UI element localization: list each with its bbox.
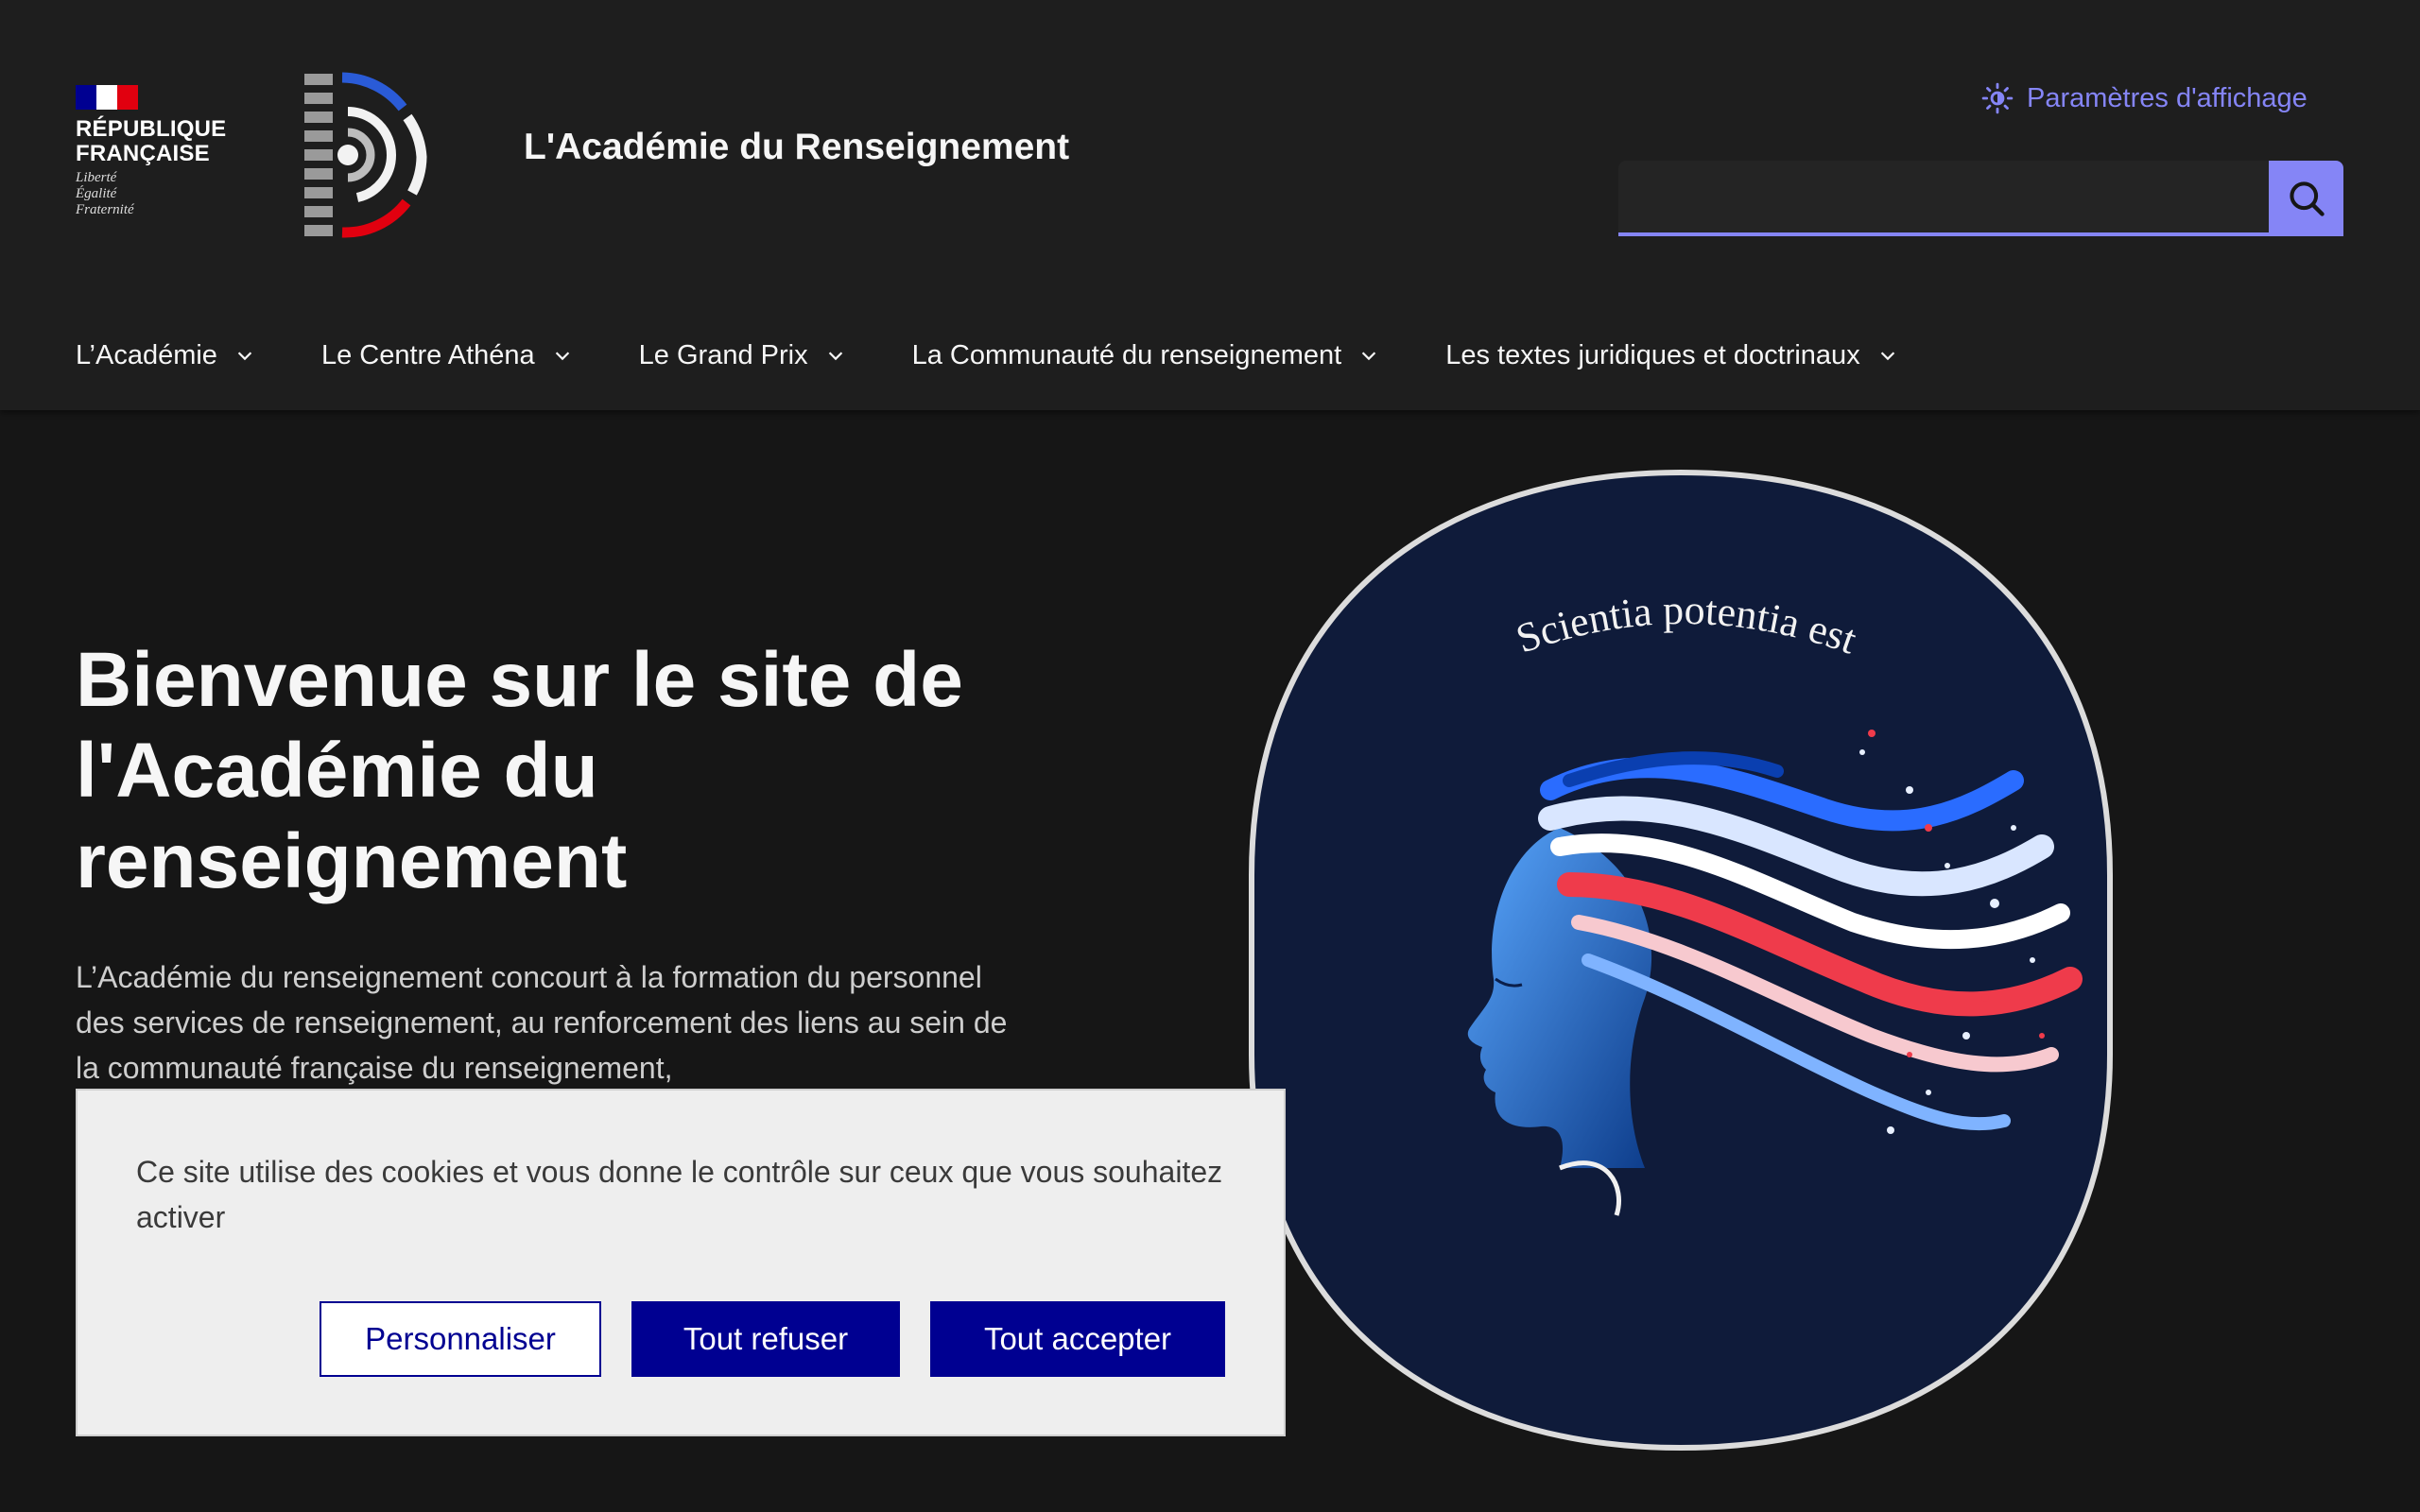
- hero-description: L’Académie du renseignement concourt à l…: [76, 960, 1008, 1085]
- hero-title: Bienvenue sur le site de l'Académie du r…: [76, 637, 963, 904]
- motto-egalite: Égalité: [76, 186, 117, 201]
- nav-item-communaute[interactable]: La Communauté du renseignement: [912, 340, 1380, 371]
- nav-item-label: Les textes juridiques et doctrinaux: [1445, 339, 1860, 370]
- republic-name-line2: Française: [76, 141, 210, 166]
- chevron-down-icon: [1362, 352, 1376, 361]
- motto-fraternite: Fraternité: [76, 202, 134, 217]
- nav-item-textes-juridiques[interactable]: Les textes juridiques et doctrinaux: [1445, 340, 1897, 371]
- nav-item-grand-prix[interactable]: Le Grand Prix: [639, 340, 846, 371]
- cookie-message: Ce site utilise des cookies et vous donn…: [136, 1155, 1223, 1234]
- republic-motto: Liberté Égalité Fraternité: [76, 170, 227, 218]
- cookie-actions: Personnaliser Tout refuser Tout accepter: [320, 1301, 1225, 1377]
- nav-item-academie[interactable]: L’Académie: [76, 340, 255, 371]
- refuse-all-cookies-button[interactable]: Tout refuser: [631, 1301, 900, 1377]
- site-header: République Française Liberté Égalité Fra…: [0, 0, 2420, 410]
- site-title[interactable]: L'Académie du Renseignement: [524, 127, 1069, 168]
- search-icon: [2289, 181, 2325, 216]
- nav-item-label: Le Grand Prix: [638, 339, 808, 370]
- nav-item-centre-athena[interactable]: Le Centre Athéna: [321, 340, 573, 371]
- hero-medallion-illustration: Scientia potentia est: [1249, 469, 2113, 1452]
- republic-name-line1: République: [76, 116, 227, 142]
- chevron-down-icon: [555, 352, 569, 361]
- nav-item-label: L’Académie: [76, 339, 217, 370]
- accept-all-cookies-button[interactable]: Tout accepter: [930, 1301, 1225, 1377]
- chevron-down-icon: [828, 352, 842, 361]
- main-navigation: L’Académie Le Centre Athéna Le Grand Pri…: [76, 327, 1964, 384]
- cookie-consent-banner: Ce site utilise des cookies et vous donn…: [76, 1089, 1286, 1436]
- republic-name: République Française: [76, 117, 265, 166]
- display-settings-label: Paramètres d'affichage: [2027, 82, 2308, 113]
- chevron-down-icon: [1880, 352, 1894, 361]
- academie-logo[interactable]: [301, 70, 427, 238]
- search-bar: [1618, 161, 2343, 236]
- display-settings-button[interactable]: Paramètres d'affichage: [1981, 79, 2308, 117]
- nav-item-label: La Communauté du renseignement: [911, 339, 1342, 370]
- chevron-down-icon: [237, 352, 252, 361]
- nav-item-label: Le Centre Athéna: [320, 339, 535, 370]
- customize-cookies-button[interactable]: Personnaliser: [320, 1301, 601, 1377]
- search-input[interactable]: [1618, 161, 2269, 236]
- motto-liberte: Liberté: [76, 170, 117, 185]
- marianne-flag-icon: [76, 85, 138, 110]
- sun-icon: [1981, 82, 2014, 114]
- search-button[interactable]: [2269, 161, 2343, 236]
